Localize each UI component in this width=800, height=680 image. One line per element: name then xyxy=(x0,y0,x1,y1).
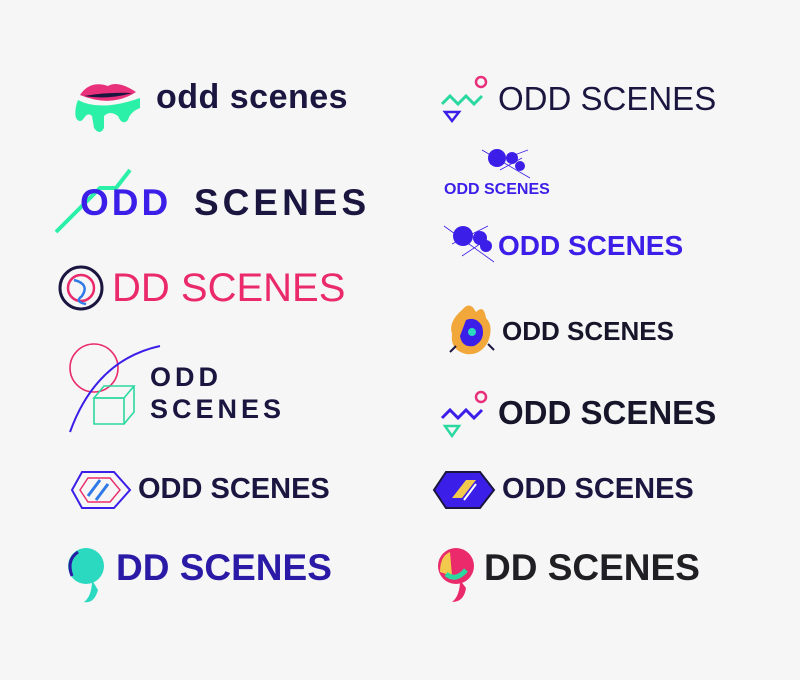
logo-swirl-color-wordmark: DD SCENES xyxy=(484,547,700,588)
